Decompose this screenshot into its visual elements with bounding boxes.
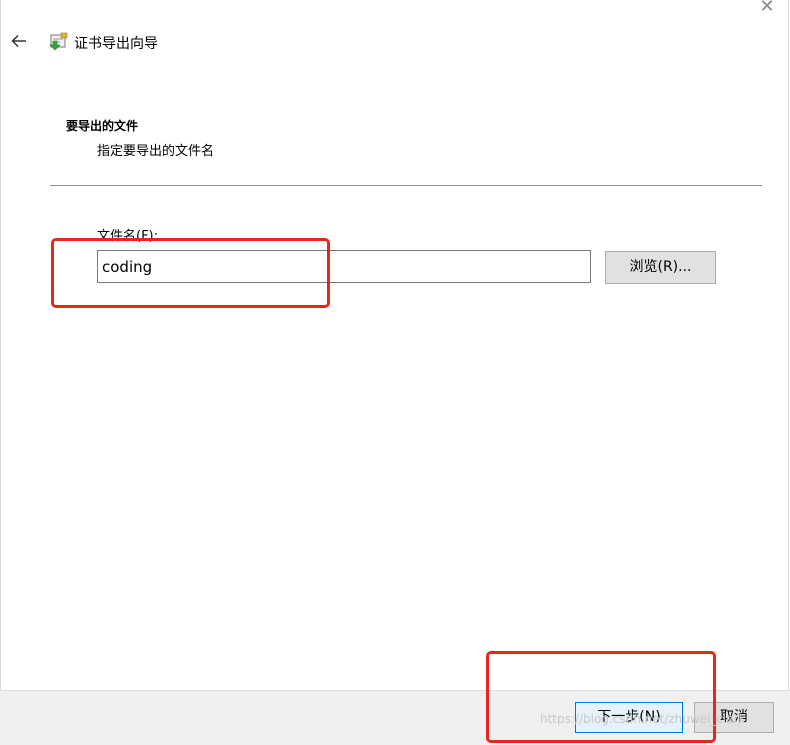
window-right-border [788, 0, 789, 744]
watermark-text: https://blog.csdn.net/zhuwei_clark [540, 712, 746, 726]
section-subtitle: 指定要导出的文件名 [97, 144, 215, 159]
close-button[interactable]: ✕ [752, 0, 782, 16]
wizard-title: 证书导出向导 [74, 36, 158, 52]
browse-button[interactable]: 浏览(R)... [605, 251, 716, 284]
header-divider [50, 185, 762, 186]
window-left-border [0, 0, 1, 744]
highlight-box-filename [51, 238, 330, 308]
highlight-box-next [486, 651, 716, 743]
certificate-icon [47, 31, 69, 53]
section-title: 要导出的文件 [66, 119, 139, 133]
back-button[interactable] [9, 30, 31, 52]
back-arrow-icon [11, 34, 26, 48]
close-icon: ✕ [759, 0, 775, 17]
